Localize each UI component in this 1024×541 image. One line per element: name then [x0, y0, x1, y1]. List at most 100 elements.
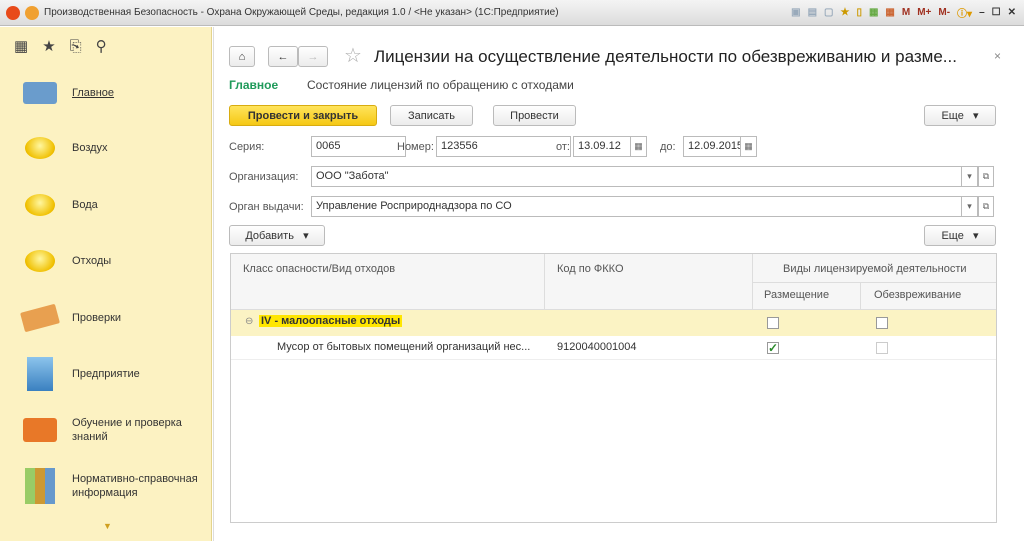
series-label: Серия: — [229, 141, 265, 153]
favorite-icon[interactable]: ★ — [840, 7, 849, 18]
sidebar-item-training[interactable]: Обучение и проверка знаний — [0, 410, 212, 450]
history-icon[interactable]: ⎘ — [70, 38, 82, 55]
organization-input[interactable]: ООО "Забота" — [311, 166, 962, 187]
window-titlebar: Производственная Безопасность - Охрана О… — [0, 0, 1024, 26]
tab-main[interactable]: Главное — [229, 78, 278, 92]
window-title: Производственная Безопасность - Охрана О… — [44, 7, 559, 18]
form-title: Лицензии на осуществление деятельности п… — [374, 47, 957, 66]
menu-icon[interactable] — [25, 5, 39, 20]
home-button[interactable]: ⌂ — [229, 46, 255, 67]
waste-table: Класс опасности/Вид отходов Код по ФККО … — [230, 253, 997, 523]
collapse-icon[interactable]: ⊖ — [245, 316, 253, 327]
neutralization-checkbox[interactable] — [876, 317, 888, 329]
close-window-button[interactable]: ✕ — [1008, 7, 1016, 18]
placement-checkbox-checked[interactable]: ✓ — [767, 342, 779, 354]
save-icon[interactable]: ▣ — [791, 7, 800, 18]
favorite-star-icon[interactable]: ☆ — [344, 43, 362, 68]
group-label: IV - малоопасные отходы — [259, 315, 403, 327]
memory-plus-button[interactable]: M+ — [917, 7, 931, 18]
header-placement[interactable]: Размещение — [764, 289, 829, 301]
more-label: Еще — [941, 109, 964, 122]
organization-label: Организация: — [229, 171, 299, 183]
post-and-close-button[interactable]: Провести и закрыть — [229, 105, 377, 126]
maximize-button[interactable]: ☐ — [992, 7, 1001, 18]
info-icon[interactable]: ⓘ▾ — [957, 5, 972, 20]
minimize-button[interactable]: – — [979, 7, 985, 18]
calendar-icon[interactable]: ▦ — [885, 7, 894, 18]
table-more-button[interactable]: Еще ▾ — [924, 225, 996, 246]
app-logo-icon — [6, 5, 20, 20]
header-code[interactable]: Код по ФККО — [557, 263, 624, 275]
sidebar-item-label: Главное — [72, 87, 115, 99]
sidebar-item-label: Отходы — [72, 255, 112, 267]
books-icon — [18, 410, 62, 450]
sidebar-item-label: Воздух — [72, 142, 108, 154]
sidebar-item-label: Предприятие — [72, 368, 140, 380]
preview-icon[interactable]: ▢ — [824, 7, 833, 18]
more-label: Еще — [941, 229, 964, 242]
issuer-input[interactable]: Управление Росприроднадзора по СО — [311, 196, 962, 217]
sidebar-item-label: Обучение и проверка знаний — [72, 417, 182, 443]
header-neutralization[interactable]: Обезвреживание — [874, 289, 961, 301]
add-button[interactable]: Добавить ▾ — [229, 225, 325, 246]
form-panel: ⌂ ← → ☆ Лицензии на осуществление деятел… — [213, 27, 1013, 541]
print-icon[interactable]: ▤ — [808, 7, 817, 18]
sidebar-item-label: Нормативно-справочная информация — [72, 473, 198, 499]
calendar-icon[interactable]: ▦ — [631, 136, 647, 157]
add-label: Добавить — [245, 229, 294, 242]
post-button[interactable]: Провести — [493, 105, 576, 126]
from-label: от: — [556, 141, 570, 153]
scroll-down-icon[interactable]: ▼ — [103, 521, 112, 531]
calculator-icon[interactable]: ▦ — [869, 7, 878, 18]
sidebar-item-air[interactable]: Воздух — [0, 128, 212, 168]
to-date-input[interactable]: 12.09.2015 — [683, 136, 741, 157]
ball-icon — [18, 185, 62, 225]
dropdown-icon[interactable]: ▾ — [962, 196, 978, 217]
ball-icon — [18, 128, 62, 168]
desk-lamp-icon — [18, 73, 62, 113]
open-icon[interactable]: ⧉ — [978, 166, 994, 187]
sidebar-item-main[interactable]: Главное — [0, 73, 212, 113]
placement-checkbox[interactable] — [767, 317, 779, 329]
table-row[interactable]: Мусор от бытовых помещений организаций н… — [231, 336, 996, 360]
more-actions-button[interactable]: Еще ▾ — [924, 105, 996, 126]
sidebar-item-enterprise[interactable]: Предприятие — [0, 354, 212, 394]
waste-name: Мусор от бытовых помещений организаций н… — [277, 341, 531, 353]
ball-icon — [18, 241, 62, 281]
forward-button[interactable]: → — [298, 46, 328, 67]
sidebar-item-water[interactable]: Вода — [0, 185, 212, 225]
save-button[interactable]: Записать — [390, 105, 473, 126]
dropdown-icon[interactable]: ▾ — [962, 166, 978, 187]
close-form-button[interactable]: × — [994, 49, 1001, 63]
neutralization-checkbox[interactable] — [876, 342, 888, 354]
sidebar-item-inspections[interactable]: Проверки — [0, 298, 212, 338]
header-class[interactable]: Класс опасности/Вид отходов — [243, 263, 395, 275]
number-label: Номер: — [397, 141, 434, 153]
series-input[interactable]: 0065 — [311, 136, 406, 157]
memory-minus-button[interactable]: M- — [938, 7, 950, 18]
checklist-pen-icon — [18, 298, 62, 338]
issuer-label: Орган выдачи: — [229, 201, 304, 213]
tab-license-status[interactable]: Состояние лицензий по обращению с отхода… — [307, 78, 574, 92]
sidebar-item-reference[interactable]: Нормативно-справочная информация — [0, 466, 212, 506]
from-date-input[interactable]: 13.09.12 — [573, 136, 631, 157]
header-activity: Виды лицензируемой деятельности — [783, 263, 967, 275]
to-label: до: — [660, 141, 676, 153]
sidebar-item-label: Вода — [72, 199, 98, 211]
open-icon[interactable]: ⧉ — [978, 196, 994, 217]
number-input[interactable]: 123556 — [436, 136, 571, 157]
favorites-star-icon[interactable]: ★ — [42, 37, 55, 55]
memory-m-button[interactable]: M — [902, 7, 910, 18]
back-button[interactable]: ← — [268, 46, 298, 67]
document-icon[interactable]: ▯ — [856, 7, 862, 18]
table-group-row[interactable]: ⊖ IV - малоопасные отходы — [231, 310, 996, 336]
search-icon[interactable]: ⚲ — [96, 37, 107, 55]
sidebar-item-label: Проверки — [72, 312, 122, 324]
calendar-icon[interactable]: ▦ — [741, 136, 757, 157]
waste-code: 9120040001004 — [557, 341, 637, 353]
binders-icon — [18, 466, 62, 506]
apps-grid-icon[interactable]: ▦ — [14, 37, 28, 55]
sidebar: ▦ ★ ⎘ ⚲ Главное Воздух Вода Отходы Прове… — [0, 27, 212, 541]
sidebar-item-waste[interactable]: Отходы — [0, 241, 212, 281]
building-icon — [18, 354, 62, 394]
